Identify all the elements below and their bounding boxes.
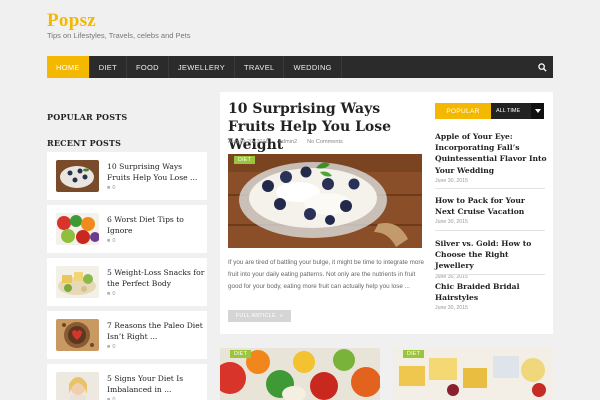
nav-item-home[interactable]: HOME (47, 56, 90, 78)
popular-posts-heading: POPULAR POSTS (47, 112, 128, 122)
nav-item-travel[interactable]: TRAVEL (235, 56, 285, 78)
article-comments[interactable]: No Comments (307, 139, 343, 145)
nav-item-wedding[interactable]: WEDDING (284, 56, 342, 78)
recent-posts-heading: RECENT POSTS (47, 138, 122, 148)
article-excerpt: If you are tired of battling your bulge,… (228, 259, 425, 290)
popular-item-date: June 30, 2015 (435, 305, 468, 312)
main-nav: HOME DIET FOOD JEWELLERY TRAVEL WEDDING (47, 56, 553, 78)
divider (435, 230, 545, 231)
tab-popular[interactable]: POPULAR (435, 103, 491, 119)
post-thumbnail[interactable] (56, 160, 99, 192)
recent-post-title[interactable]: 5 Signs Your Diet Is Imbalanced in ... (107, 373, 207, 395)
recent-post-item[interactable]: 5 Weight-Loss Snacks for the Perfect Bod… (47, 258, 207, 306)
full-article-label: FULL ARTICLE (235, 313, 276, 319)
comment-count: 0 (112, 185, 116, 191)
popular-item-title[interactable]: Chic Braided Bridal Hairstyles (435, 281, 547, 303)
divider (435, 188, 545, 189)
popular-item[interactable]: How to Pack for Your Next Cruise Vacatio… (435, 195, 547, 225)
double-chevron-icon: » (279, 313, 284, 319)
post-card-image[interactable]: DIET (393, 348, 553, 400)
article-image[interactable]: DIET (228, 154, 422, 248)
post-thumbnail[interactable] (56, 213, 99, 245)
category-badge[interactable]: DIET (234, 156, 256, 164)
popular-item[interactable]: Chic Braided Bridal Hairstyles June 30, … (435, 281, 547, 311)
popular-item-title[interactable]: Silver vs. Gold: How to Choose the Right… (435, 238, 547, 272)
popular-item[interactable]: Apple of Your Eye: Incorporating Fall’s … (435, 131, 547, 184)
category-badge[interactable]: DIET (230, 350, 252, 358)
popular-item-date: June 30, 2015 (435, 177, 468, 184)
post-thumbnail[interactable] (56, 266, 99, 298)
caret-down-icon[interactable] (531, 103, 544, 119)
search-icon[interactable] (531, 56, 553, 78)
comment-icon: ■ (107, 185, 111, 191)
recent-post-title[interactable]: 10 Surprising Ways Fruits Help You Lose … (107, 161, 207, 183)
popular-item-title[interactable]: How to Pack for Your Next Cruise Vacatio… (435, 195, 547, 217)
recent-post-item[interactable]: 6 Worst Diet Tips to Ignore ■ 0 (47, 205, 207, 253)
article-date: August 20, 2015 (228, 139, 269, 145)
nav-item-diet[interactable]: DIET (90, 56, 127, 78)
post-thumbnail[interactable] (56, 372, 99, 400)
tab-all-time-label: ALL TIME (496, 108, 521, 114)
recent-post-title[interactable]: 6 Worst Diet Tips to Ignore (107, 214, 207, 236)
nav-item-jewellery[interactable]: JEWELLERY (169, 56, 236, 78)
comment-icon: ■ (107, 238, 111, 244)
recent-post-title[interactable]: 7 Reasons the Paleo Diet Isn’t Right ... (107, 320, 207, 342)
site-header: Popsz Tips on Lifestyles, Travels, celeb… (0, 0, 600, 56)
comment-count: 0 (112, 238, 116, 244)
recent-post-item[interactable]: 5 Signs Your Diet Is Imbalanced in ... ■… (47, 364, 207, 400)
divider (435, 274, 545, 275)
popular-tabs: POPULAR ALL TIME (435, 103, 544, 119)
nav-item-food[interactable]: FOOD (127, 56, 169, 78)
popular-item-date: June 30, 2015 (435, 219, 468, 226)
article-author[interactable]: admin2 (279, 139, 297, 145)
comment-icon: ■ (107, 291, 111, 297)
site-tagline: Tips on Lifestyles, Travels, celebs and … (47, 31, 191, 40)
comment-icon: ■ (107, 344, 111, 350)
full-article-button[interactable]: FULL ARTICLE » (228, 310, 291, 322)
article-title[interactable]: 10 Surprising Ways Fruits Help You Lose … (228, 100, 428, 154)
article-meta: August 20, 2015 admin2 No Comments (228, 139, 343, 145)
category-badge[interactable]: DIET (403, 350, 425, 358)
tab-all-time[interactable]: ALL TIME (491, 103, 544, 119)
recent-post-title[interactable]: 5 Weight-Loss Snacks for the Perfect Bod… (107, 267, 207, 289)
recent-post-item[interactable]: 7 Reasons the Paleo Diet Isn’t Right ...… (47, 311, 207, 359)
post-card-image[interactable]: DIET (220, 348, 380, 400)
post-thumbnail[interactable] (56, 319, 99, 351)
comment-count: 0 (112, 291, 116, 297)
site-title[interactable]: Popsz (47, 10, 96, 32)
popular-item-title[interactable]: Apple of Your Eye: Incorporating Fall’s … (435, 131, 547, 176)
comment-count: 0 (112, 344, 116, 350)
recent-post-item[interactable]: 10 Surprising Ways Fruits Help You Lose … (47, 152, 207, 200)
